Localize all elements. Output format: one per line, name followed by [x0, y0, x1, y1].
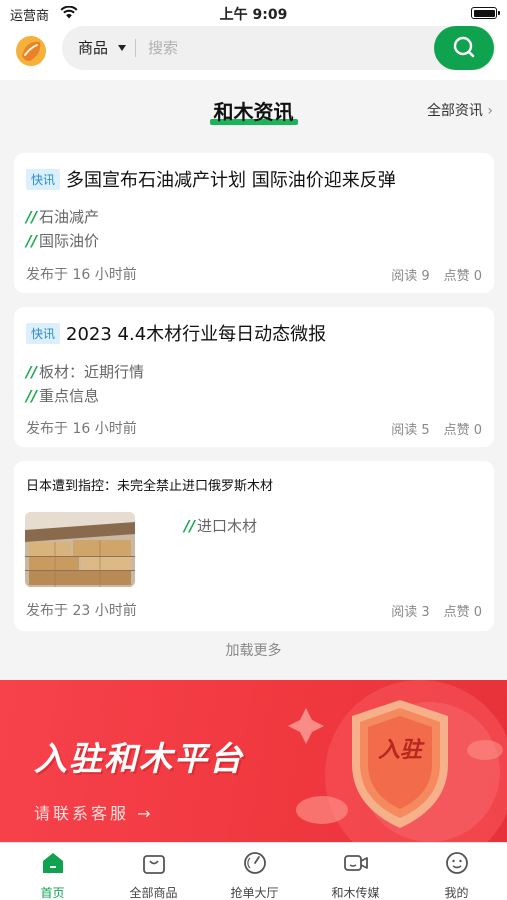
like-count: 点赞 0 [443, 605, 482, 620]
search-input[interactable] [148, 35, 378, 61]
news-keyword[interactable]: //国际油价 [26, 230, 99, 251]
contact-service-link[interactable]: 请联系客服 → [34, 800, 154, 824]
search-button[interactable] [434, 26, 494, 70]
news-stats: 阅读 9 点赞 0 [377, 265, 482, 284]
news-keyword[interactable]: //板材：近期行情 [26, 361, 144, 382]
news-keyword[interactable]: //重点信息 [26, 385, 99, 406]
timer-icon [244, 852, 266, 874]
bottom-tab-bar: 首页 全部商品 抢单大厅 和木传媒 我的 [0, 842, 507, 900]
like-count: 点赞 0 [443, 269, 482, 284]
news-card[interactable]: 日本遭到指控：未完全禁止进口俄罗斯木材 //进口木材 发布于 23 小时前 阅读… [14, 461, 494, 631]
tab-order-hall[interactable]: 抢单大厅 [204, 843, 305, 900]
publish-time: 发布于 16 小时前 [26, 421, 137, 437]
tab-home[interactable]: 首页 [2, 843, 103, 900]
tab-all-products[interactable]: 全部商品 [103, 843, 204, 900]
news-card[interactable]: 快讯 2023 4.4木材行业每日动态微报 //板材：近期行情 //重点信息 发布… [14, 307, 494, 447]
all-news-link[interactable]: 全部资讯 › [427, 100, 493, 120]
news-stats: 阅读 3 点赞 0 [377, 601, 482, 620]
read-count: 阅读 5 [391, 423, 430, 438]
news-title: 日本遭到指控：未完全禁止进口俄罗斯木材 [26, 479, 274, 494]
status-bar: 运营商 上午 9:09 [0, 0, 507, 26]
news-headline: 快讯 多国宣布石油减产计划 国际油价迎来反弹 [26, 166, 484, 192]
news-keyword[interactable]: //石油减产 [26, 206, 99, 227]
chevron-right-icon: › [487, 103, 493, 119]
clock-time: 上午 9:09 [219, 7, 288, 23]
publish-time: 发布于 16 小时前 [26, 267, 137, 283]
smiley-face-icon [446, 852, 468, 874]
like-count: 点赞 0 [443, 423, 482, 438]
top-bar: 商品 [0, 26, 507, 80]
news-title: 多国宣布石油减产计划 国际油价迎来反弹 [66, 170, 396, 191]
read-count: 阅读 3 [391, 605, 430, 620]
news-thumbnail-image [25, 512, 135, 587]
shield-badge-icon [352, 700, 448, 828]
search-bar: 商品 [62, 26, 496, 70]
category-select[interactable]: 商品 [78, 37, 108, 58]
search-icon [453, 36, 475, 58]
news-stats: 阅读 5 点赞 0 [377, 419, 482, 438]
tab-mine[interactable]: 我的 [406, 843, 507, 900]
news-card[interactable]: 快讯 多国宣布石油减产计划 国际油价迎来反弹 //石油减产 //国际油价 发布于 … [14, 153, 494, 293]
battery-icon [471, 7, 500, 19]
read-count: 阅读 9 [391, 269, 430, 284]
news-title: 2023 4.4木材行业每日动态微报 [66, 324, 327, 345]
shield-badge-text: 入驻 [377, 738, 422, 763]
flash-news-tag: 快讯 [26, 168, 61, 190]
flash-news-tag: 快讯 [26, 322, 61, 344]
banner-title: 入驻和木平台 [34, 739, 244, 778]
news-headline: 快讯 2023 4.4木材行业每日动态微报 [26, 320, 484, 346]
news-keyword[interactable]: //进口木材 [184, 515, 257, 536]
home-icon [43, 853, 63, 873]
news-section-header: 和木资讯 全部资讯 › [0, 86, 507, 134]
search-divider [135, 39, 136, 57]
tab-media[interactable]: 和木传媒 [305, 843, 406, 900]
app-logo-icon[interactable] [14, 34, 48, 68]
dropdown-arrow-icon[interactable] [118, 45, 126, 51]
load-more-button[interactable]: 加载更多 [0, 640, 507, 660]
join-platform-banner[interactable]: 入驻和木平台 请联系客服 → 入驻 [0, 680, 507, 842]
video-camera-icon [344, 855, 368, 871]
publish-time: 发布于 23 小时前 [26, 603, 137, 619]
shopping-bag-icon [143, 855, 165, 874]
